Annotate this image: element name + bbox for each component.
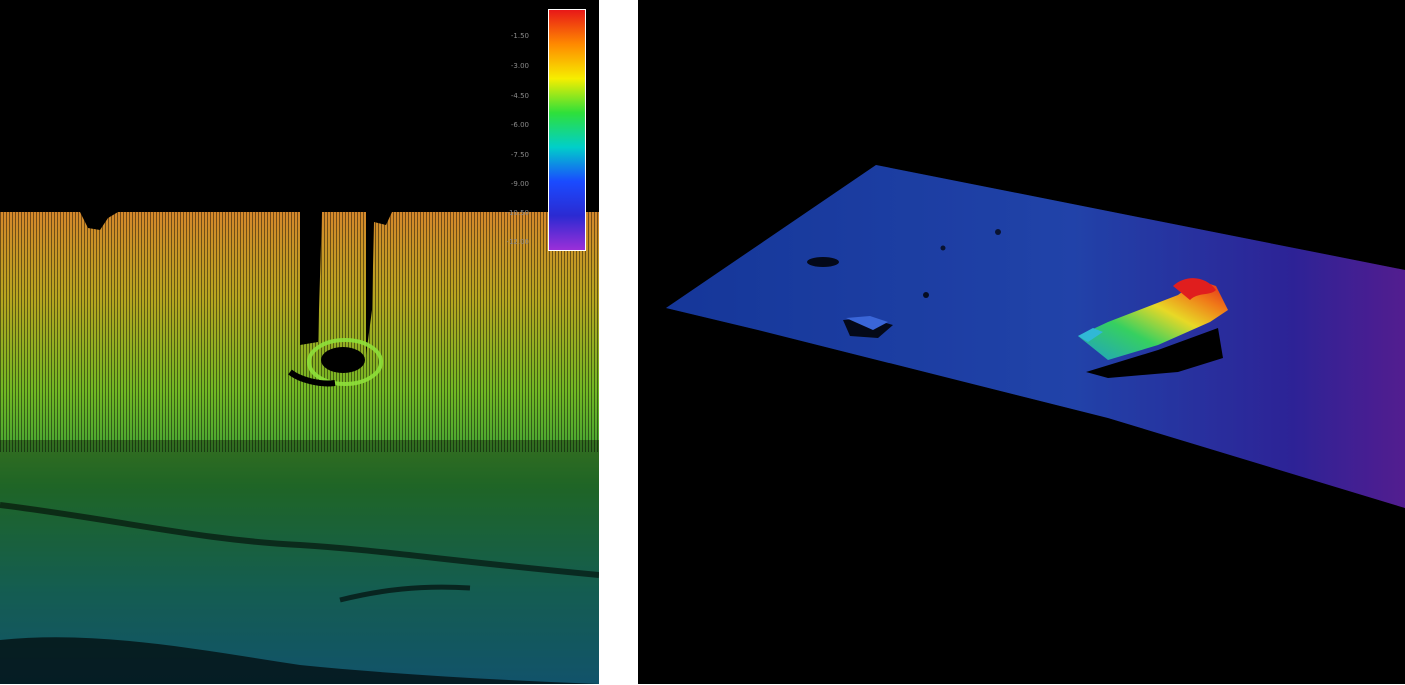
seabed-feature: [995, 229, 1001, 235]
sonar-swath-perspective: [638, 0, 1405, 684]
colorbar-tick-label: -12.00: [506, 238, 529, 246]
colorbar-tick-label: -4.50: [510, 92, 529, 100]
background-void: [0, 0, 599, 212]
pile-ring-inner: [321, 347, 365, 373]
colorbar-tick-label: -3.00: [510, 62, 529, 70]
colorbar-tick-label: -7.50: [510, 151, 529, 159]
colorbar-tick-label: -1.50: [510, 32, 529, 40]
swath-right-svg: [638, 0, 1405, 684]
seabed-feature: [940, 245, 946, 251]
point-cloud-left-svg: [0, 0, 599, 684]
seabed-texture-vertical: [0, 212, 599, 452]
sonar-point-cloud-closeup: -1.50 -3.00 -4.50 -6.00 -7.50 -9.00 -10.…: [0, 0, 599, 684]
seabed-feature: [807, 257, 839, 267]
colorbar-tick-label: -9.00: [510, 180, 529, 188]
seabed-feature: [923, 292, 929, 298]
colorbar-tick-label: -10.50: [506, 209, 529, 217]
colorbar-tick-label: -6.00: [510, 121, 529, 129]
depth-colorbar: [548, 9, 586, 251]
